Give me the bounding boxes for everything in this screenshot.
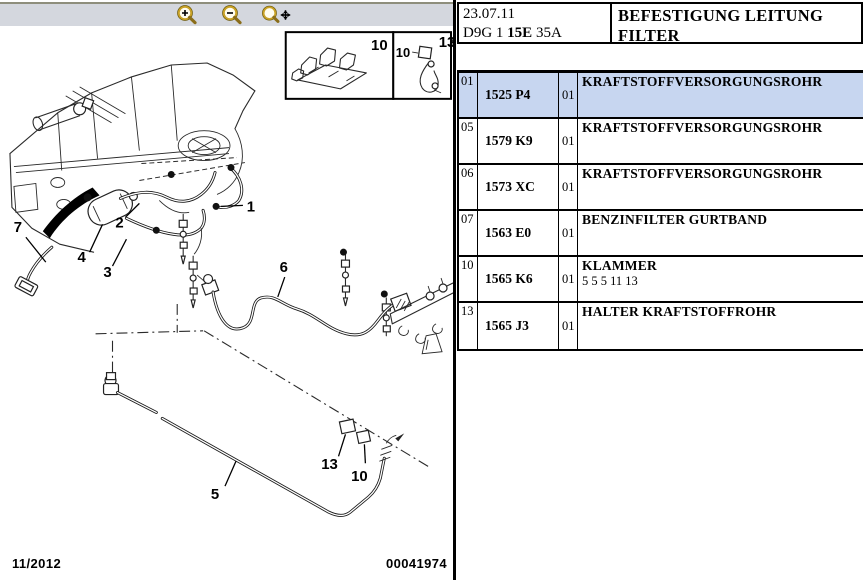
- part-note: 5 5 5 11 13: [582, 274, 863, 289]
- leader-line-13: [339, 434, 346, 456]
- diagram-callout-13[interactable]: 13: [321, 456, 338, 473]
- part-description: KLAMMER: [582, 258, 863, 274]
- part-number: 1563 E0: [478, 211, 559, 255]
- diagram-callout-6[interactable]: 6: [280, 259, 288, 276]
- zoom-pan-button[interactable]: [260, 4, 294, 26]
- parts-diagram: 1 2 3 4 5 6 7 13 10 10 13: [0, 0, 453, 580]
- part-description: KRAFTSTOFFVERSORGUNGSROHR: [582, 120, 863, 136]
- description-cell: HALTER KRAFTSTOFFROHR: [578, 303, 863, 349]
- supply-hose-drawing: [197, 275, 453, 354]
- part-description: BENZINFILTER GURTBAND: [582, 212, 863, 228]
- leader-line-10: [364, 444, 365, 463]
- leader-line-4: [90, 224, 103, 252]
- return-hose-drawing: [14, 247, 51, 296]
- leader-line-7: [26, 237, 46, 262]
- header-left-cell: 23.07.11 D9G 1 15E 35A: [459, 4, 612, 42]
- description-cell: KRAFTSTOFFVERSORGUNGSROHR: [578, 73, 863, 117]
- table-row-06[interactable]: 06 1573 XC 01 KRAFTSTOFFVERSORGUNGSROHR: [459, 165, 863, 211]
- ref-number: 10: [459, 257, 478, 301]
- model-code-bold: 15E: [507, 25, 532, 41]
- diagram-toolbar: [0, 2, 453, 26]
- table-row-13[interactable]: 13 1565 J3 01 HALTER KRAFTSTOFFROHR: [459, 303, 863, 349]
- part-description: KRAFTSTOFFVERSORGUNGSROHR: [582, 74, 863, 90]
- magnifier-minus-icon: [220, 4, 244, 26]
- engine-block-drawing: [10, 63, 255, 252]
- part-description: HALTER KRAFTSTOFFROHR: [582, 304, 863, 320]
- part-number: 1565 J3: [478, 303, 559, 349]
- ref-number: 01: [459, 73, 478, 117]
- table-row-01[interactable]: 01 1525 P4 01 KRAFTSTOFFVERSORGUNGSROHR: [459, 73, 863, 119]
- section-title: BEFESTIGUNG LEITUNG FILTER: [612, 4, 861, 42]
- leader-line-3: [113, 239, 127, 266]
- inset-label-10: 10: [371, 37, 388, 54]
- leader-line-6: [278, 277, 285, 297]
- leader-line-5: [225, 461, 236, 486]
- quantity: 01: [559, 257, 578, 301]
- diagram-callout-7[interactable]: 7: [14, 219, 22, 236]
- revision-date: 11/2012: [12, 556, 61, 571]
- ref-number: 05: [459, 119, 478, 163]
- table-row-10[interactable]: 10 1565 K6 01 KLAMMER 5 5 5 11 13: [459, 257, 863, 303]
- diagram-callout-5[interactable]: 5: [211, 486, 219, 503]
- quantity: 01: [559, 303, 578, 349]
- diagram-panel: 1 2 3 4 5 6 7 13 10 10 13: [0, 0, 453, 580]
- part-description: KRAFTSTOFFVERSORGUNGSROHR: [582, 166, 863, 182]
- catalog-date: 23.07.11: [463, 5, 606, 24]
- table-row-07[interactable]: 07 1563 E0 01 BENZINFILTER GURTBAND: [459, 211, 863, 257]
- table-row-05[interactable]: 05 1579 K9 01 KRAFTSTOFFVERSORGUNGSROHR: [459, 119, 863, 165]
- part-number: 1579 K9: [478, 119, 559, 163]
- parts-catalog-window: 1 2 3 4 5 6 7 13 10 10 13: [0, 0, 863, 580]
- diagram-callout-4[interactable]: 4: [77, 249, 86, 266]
- diagram-callout-2[interactable]: 2: [115, 214, 123, 231]
- part-number: 1565 K6: [478, 257, 559, 301]
- parts-table: 01 1525 P4 01 KRAFTSTOFFVERSORGUNGSROHR …: [457, 70, 863, 351]
- inset-sub-label-10: 10: [396, 45, 410, 60]
- ref-number: 07: [459, 211, 478, 255]
- quantity: 01: [559, 73, 578, 117]
- quantity: 01: [559, 119, 578, 163]
- inset-box-bracket: 13 10: [393, 32, 453, 99]
- magnifier-pan-icon: [260, 4, 294, 26]
- diagram-callout-1[interactable]: 1: [247, 198, 255, 215]
- fuel-pipes-drawing: [120, 163, 390, 336]
- inset-box-clamp: 10: [286, 32, 394, 99]
- magnifier-plus-icon: [175, 4, 199, 26]
- centerline-drawing: [96, 304, 432, 468]
- part-number: 1525 P4: [478, 73, 559, 117]
- zoom-in-button[interactable]: [170, 4, 204, 26]
- quantity: 01: [559, 165, 578, 209]
- drawing-number: 00041974: [386, 556, 447, 571]
- model-code-post: 35A: [532, 25, 562, 41]
- inset-label-13: 13: [439, 34, 453, 51]
- part-number: 1573 XC: [478, 165, 559, 209]
- quantity: 01: [559, 211, 578, 255]
- tank-pipe-drawing: [104, 373, 405, 516]
- ref-number: 06: [459, 165, 478, 209]
- model-code: D9G 1 15E 35A: [463, 24, 606, 43]
- model-code-pre: D9G 1: [463, 25, 507, 41]
- description-cell: BENZINFILTER GURTBAND: [578, 211, 863, 255]
- parts-list-panel: 23.07.11 D9G 1 15E 35A BEFESTIGUNG LEITU…: [456, 0, 863, 580]
- info-header: 23.07.11 D9G 1 15E 35A BEFESTIGUNG LEITU…: [457, 2, 863, 44]
- diagram-callout-10[interactable]: 10: [351, 468, 368, 485]
- description-cell: KRAFTSTOFFVERSORGUNGSROHR: [578, 119, 863, 163]
- diagram-callout-3[interactable]: 3: [103, 264, 111, 281]
- zoom-out-button[interactable]: [215, 4, 249, 26]
- ref-number: 13: [459, 303, 478, 349]
- description-cell: KRAFTSTOFFVERSORGUNGSROHR: [578, 165, 863, 209]
- leader-line-1: [221, 205, 243, 206]
- description-cell: KLAMMER 5 5 5 11 13: [578, 257, 863, 301]
